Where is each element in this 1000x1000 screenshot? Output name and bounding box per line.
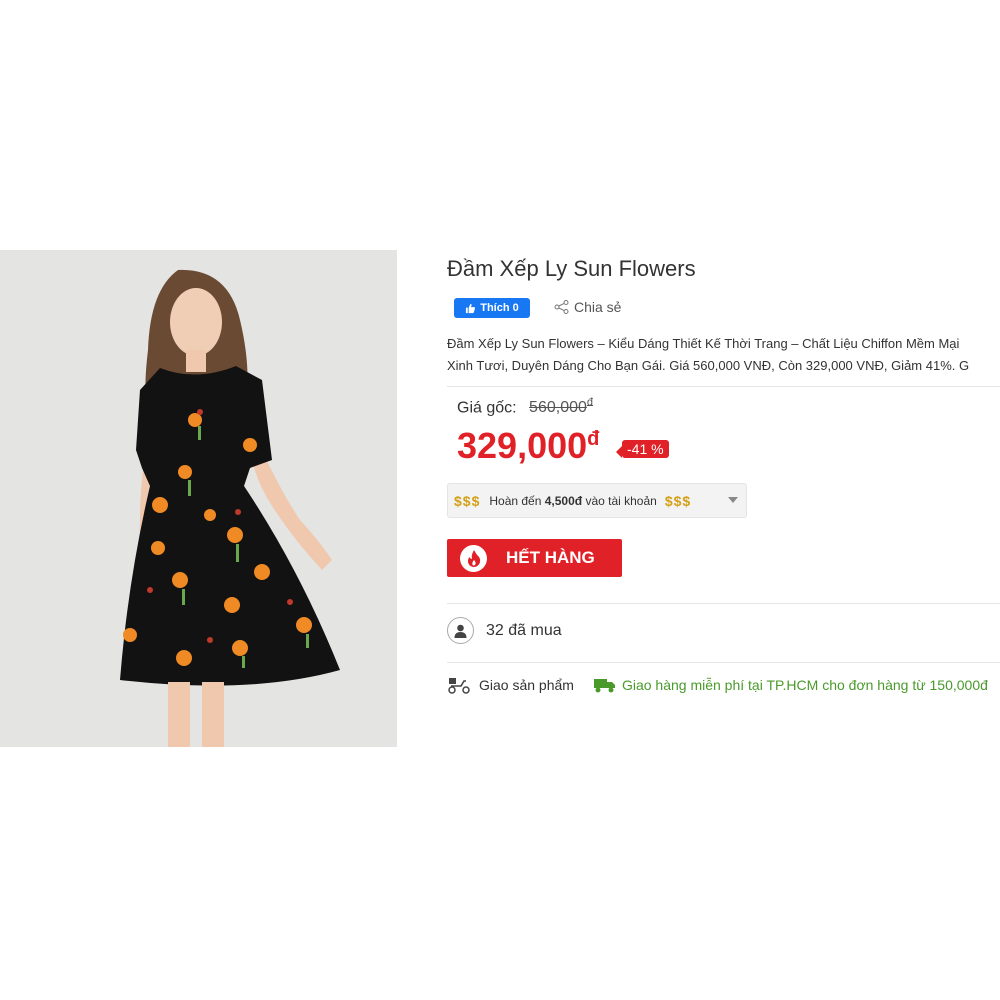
share-button[interactable]: Chia sẻ	[554, 299, 621, 315]
original-price-label: Giá gốc:	[457, 399, 517, 417]
product-title: Đầm Xếp Ly Sun Flowers	[447, 256, 696, 281]
dress-photo	[0, 250, 397, 747]
divider	[447, 662, 1000, 663]
dollar-icon: $$$	[454, 492, 481, 509]
original-price: 560,000đ	[529, 397, 594, 417]
user-icon	[447, 617, 474, 644]
sold-out-label: HẾT HÀNG	[506, 548, 595, 567]
shipping-label: Giao sản phẩm	[479, 677, 574, 693]
shipping-row: Giao sản phẩm Giao hàng miễn phí tại TP.…	[447, 676, 988, 694]
original-price-row: Giá gốc: 560,000đ	[457, 397, 593, 417]
share-label: Chia sẻ	[574, 299, 622, 315]
product-image[interactable]	[0, 250, 397, 747]
dollar-icon: $$$	[664, 492, 692, 509]
cashback-dropdown[interactable]: $$$ Hoàn đến 4,500đ vào tài khoản $$$	[447, 483, 747, 518]
divider	[447, 603, 1000, 604]
facebook-like-button[interactable]: Thích 0	[454, 298, 530, 318]
share-icon	[554, 300, 569, 314]
truck-icon	[593, 679, 615, 693]
description-line: Đầm Xếp Ly Sun Flowers – Kiểu Dáng Thiết…	[447, 336, 960, 351]
divider	[447, 386, 1000, 387]
sale-price: 329,000đ	[457, 425, 600, 466]
flame-icon	[460, 544, 487, 572]
buyers-count: 32 đã mua	[447, 617, 562, 644]
free-shipping-text: Giao hàng miễn phí tại TP.HCM cho đơn hà…	[621, 677, 988, 693]
sold-out-button[interactable]: HẾT HÀNG	[447, 539, 622, 577]
cashback-text: Hoàn đến 4,500đ vào tài khoản	[489, 493, 657, 508]
thumbs-up-icon	[466, 303, 476, 313]
description-line: Xinh Tươi, Duyên Dáng Cho Bạn Gái. Giá 5…	[447, 358, 970, 373]
discount-badge: -41 %	[616, 440, 669, 458]
delivery-scooter-icon	[448, 678, 470, 694]
product-description: Đầm Xếp Ly Sun Flowers – Kiểu Dáng Thiết…	[447, 333, 1000, 377]
buyers-label: 32 đã mua	[486, 621, 562, 639]
like-label: Thích 0	[480, 302, 519, 314]
chevron-down-icon	[728, 497, 738, 503]
